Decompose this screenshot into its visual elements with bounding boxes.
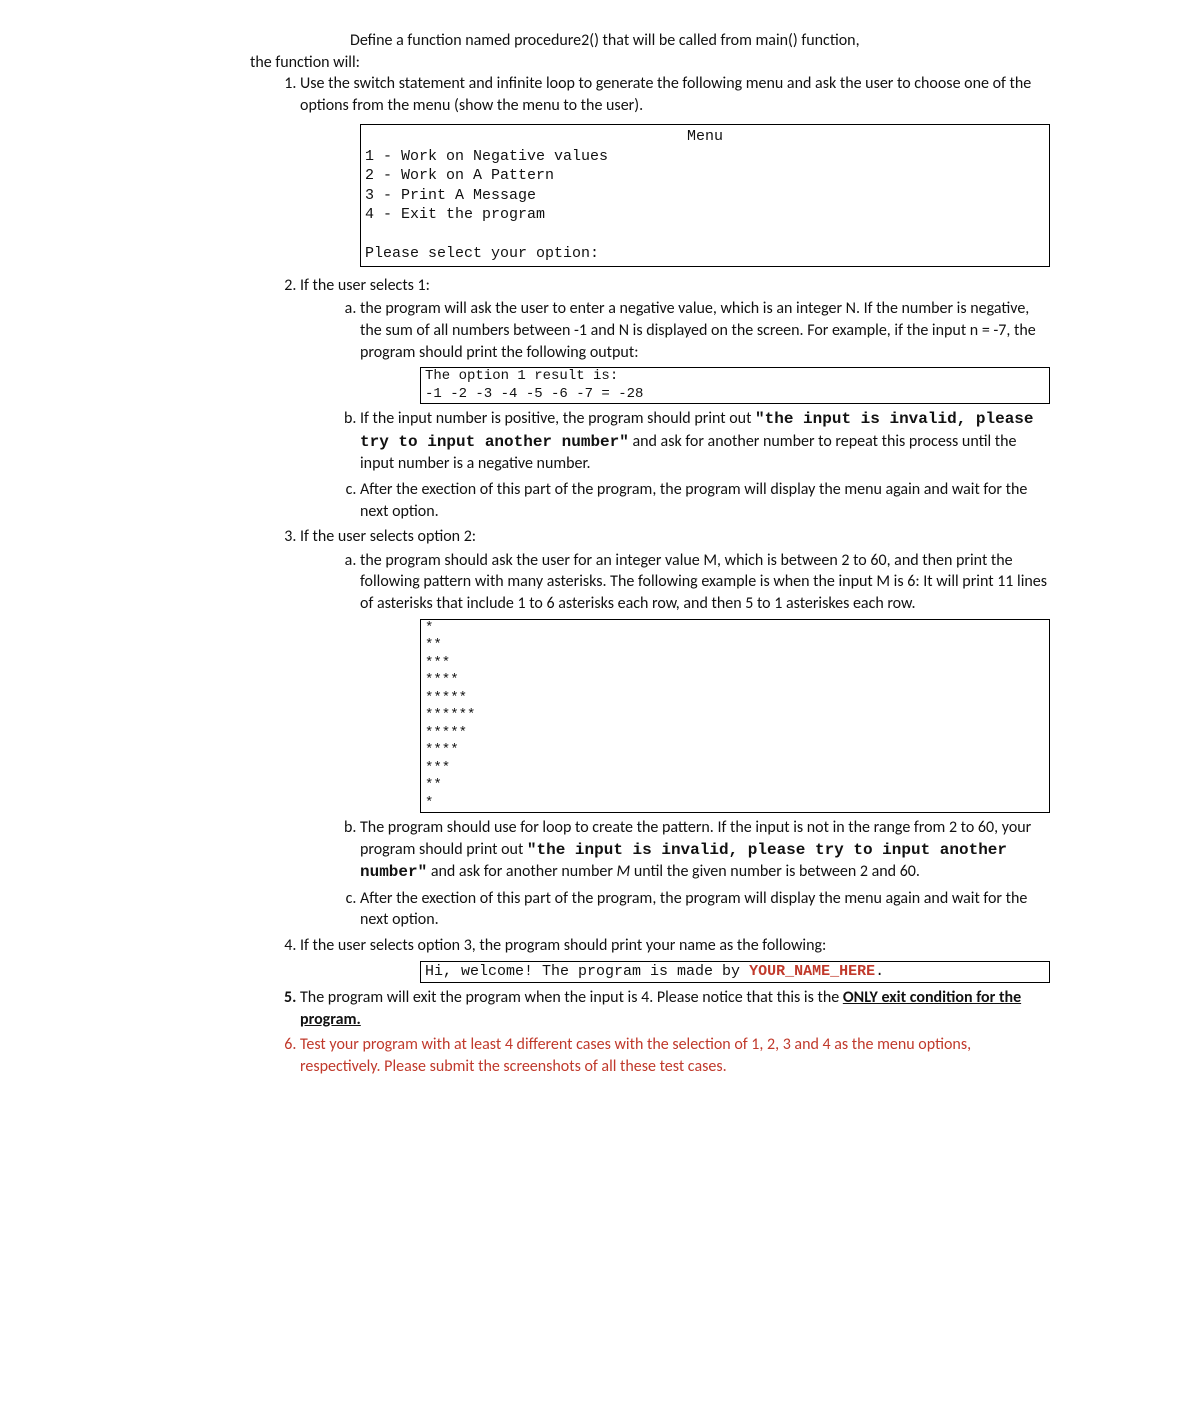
item-4: If the user selects option 3, the progra… — [300, 935, 1050, 983]
item-2-head: If the user selects 1: — [300, 276, 430, 295]
item-5-pre: The program will exit the program when t… — [300, 988, 843, 1007]
assignment-document: Define a function named procedure2() tha… — [150, 30, 1050, 1077]
item-1-text: Use the switch statement and infinite lo… — [300, 74, 1031, 115]
item-3a: the program should ask the user for an i… — [360, 550, 1050, 813]
menu-code-box: Menu1 - Work on Negative values 2 - Work… — [360, 124, 1050, 267]
intro-block: Define a function named procedure2() tha… — [250, 30, 1050, 73]
name-placeholder: YOUR_NAME_HERE — [749, 963, 875, 980]
menu-title: Menu — [365, 127, 1045, 147]
item-3: If the user selects option 2: the progra… — [300, 526, 1050, 931]
item-2c: After the exection of this part of the p… — [360, 479, 1050, 522]
item-3b-post2: until the given number is between 2 and … — [630, 862, 920, 881]
item-3c-text: After the exection of this part of the p… — [360, 889, 1027, 930]
item-3c: After the exection of this part of the p… — [360, 888, 1050, 931]
item-6: Test your program with at least 4 differ… — [300, 1034, 1050, 1077]
item-2: If the user selects 1: the program will … — [300, 275, 1050, 522]
item-1: Use the switch statement and infinite lo… — [300, 73, 1050, 267]
menu-opt3: 3 - Print A Message — [365, 187, 536, 204]
name-box-pre: Hi, welcome! The program is made by — [425, 963, 749, 980]
opt1-line2: -1 -2 -3 -4 -5 -6 -7 = -28 — [425, 386, 643, 402]
name-output-box: Hi, welcome! The program is made by YOUR… — [420, 961, 1050, 983]
item-3b: The program should use for loop to creat… — [360, 817, 1050, 884]
main-list: Use the switch statement and infinite lo… — [150, 73, 1050, 1077]
name-box-post: . — [875, 963, 884, 980]
item-2-sublist: the program will ask the user to enter a… — [360, 298, 1050, 522]
item-2c-text: After the exection of this part of the p… — [360, 480, 1027, 521]
item-2a: the program will ask the user to enter a… — [360, 298, 1050, 404]
menu-opt2: 2 - Work on A Pattern — [365, 167, 554, 184]
item-2a-text: the program will ask the user to enter a… — [360, 299, 1036, 361]
item-4-text: If the user selects option 3, the progra… — [300, 936, 826, 955]
item-2b-pre: If the input number is positive, the pro… — [360, 409, 755, 428]
opt1-line1: The option 1 result is: — [425, 368, 618, 384]
item-5: The program will exit the program when t… — [300, 987, 1050, 1030]
intro-line2: the function will: — [250, 52, 1050, 74]
item-6-text: Test your program with at least 4 differ… — [300, 1035, 971, 1076]
item-3-head: If the user selects option 2: — [300, 527, 476, 546]
item-2b: If the input number is positive, the pro… — [360, 408, 1050, 475]
item-3-sublist: the program should ask the user for an i… — [360, 550, 1050, 931]
item-3b-italic: M — [617, 862, 631, 881]
menu-opt1: 1 - Work on Negative values — [365, 148, 608, 165]
intro-line1: Define a function named procedure2() tha… — [350, 30, 1050, 52]
pattern-box: * ** *** **** ***** ****** ***** **** **… — [420, 619, 1050, 814]
menu-opt4: 4 - Exit the program — [365, 206, 545, 223]
option1-output-box: The option 1 result is: -1 -2 -3 -4 -5 -… — [420, 367, 1050, 404]
menu-prompt: Please select your option: — [365, 245, 599, 262]
item-3b-post1: and ask for another number — [427, 862, 616, 881]
item-3a-text: the program should ask the user for an i… — [360, 551, 1047, 613]
